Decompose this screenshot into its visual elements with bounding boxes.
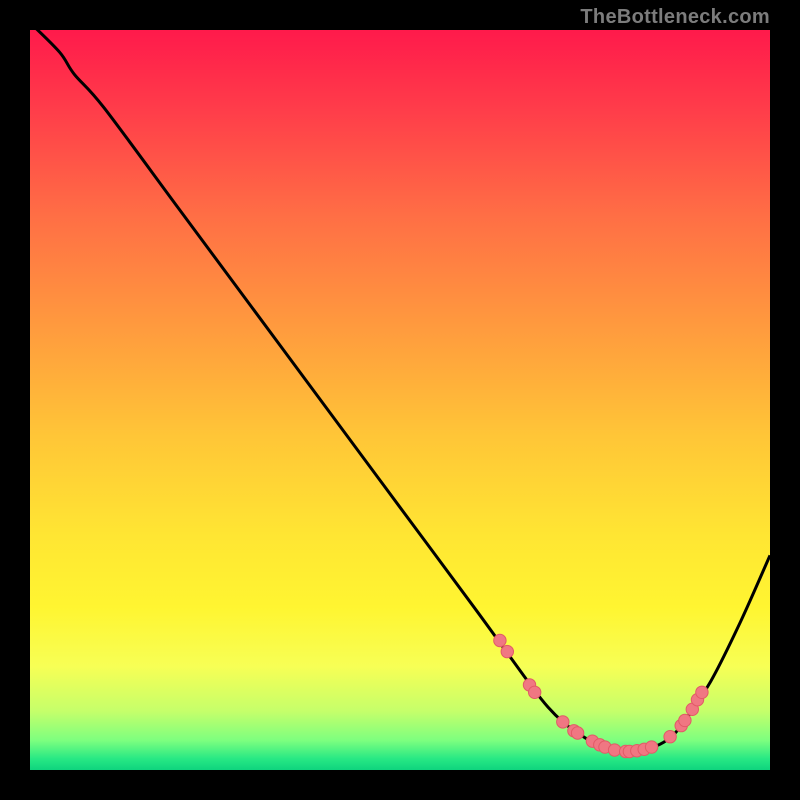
data-marker [501,645,513,657]
plot-area [30,30,770,770]
data-marker [494,634,506,646]
gradient-background [30,30,770,770]
data-marker [679,714,691,726]
data-marker [528,686,540,698]
data-marker [664,731,676,743]
data-marker [608,744,620,756]
chart-frame: TheBottleneck.com [0,0,800,800]
data-marker [571,727,583,739]
attribution-text: TheBottleneck.com [580,6,770,29]
chart-svg [30,30,770,770]
data-marker [557,716,569,728]
data-marker [696,686,708,698]
data-marker [645,741,657,753]
